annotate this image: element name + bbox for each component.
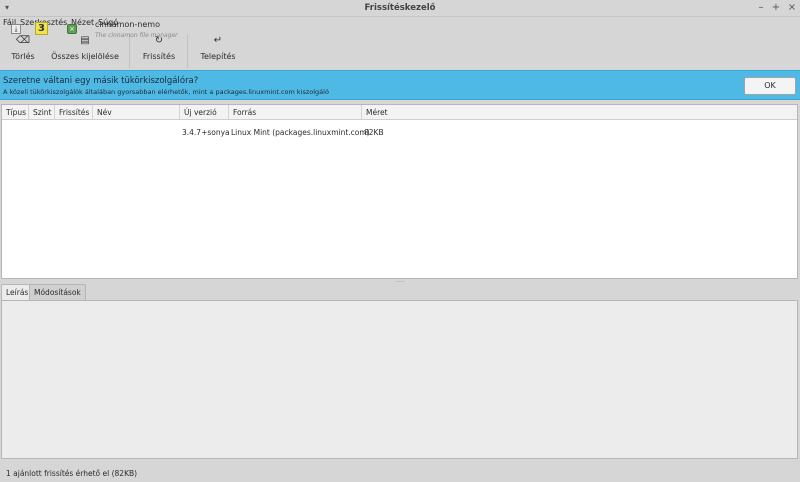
clear-icon: ⌫ xyxy=(15,35,31,46)
package-description: The cinnamon file manager xyxy=(95,32,178,39)
updates-table: Típus Szint Frissítés Név Új verzió Forr… xyxy=(1,104,798,279)
column-new-version[interactable]: Új verzió xyxy=(180,105,229,120)
title-bar: ▾ Frissítéskezelő – + × xyxy=(0,0,800,17)
column-update[interactable]: Frissítés xyxy=(55,105,93,120)
column-source[interactable]: Forrás xyxy=(229,105,362,120)
maximize-icon[interactable]: + xyxy=(770,2,782,14)
pane-splitter[interactable]: ..... xyxy=(390,278,410,284)
select-all-label: Összes kijelölése xyxy=(51,52,119,61)
table-header: Típus Szint Frissítés Név Új verzió Forr… xyxy=(2,105,797,120)
close-icon[interactable]: × xyxy=(786,2,798,14)
clear-label: Törlés xyxy=(11,52,35,61)
tab-changes[interactable]: Módosítások xyxy=(29,284,86,301)
refresh-button[interactable]: ↻ Frissítés xyxy=(140,35,178,65)
package-source: Linux Mint (packages.linuxmint.com) xyxy=(231,128,370,137)
info-message: Szeretne váltani egy másik tükörkiszolgá… xyxy=(3,76,199,86)
install-button[interactable]: ↵ Telepítés xyxy=(198,35,238,65)
column-name[interactable]: Név xyxy=(93,105,180,120)
package-new-version: 3.4.7+sonya xyxy=(182,128,230,137)
install-icon: ↵ xyxy=(213,35,223,46)
status-bar: 1 ajánlott frissítés érhető el (82KB) xyxy=(0,466,800,482)
package-name: cinnamon-nemo xyxy=(95,20,160,29)
package-type-icon: ⤓ xyxy=(11,24,21,34)
select-all-button[interactable]: ▤ Összes kijelölése xyxy=(50,35,120,65)
ok-button[interactable]: OK xyxy=(744,77,796,95)
install-label: Telepítés xyxy=(200,52,236,61)
column-type[interactable]: Típus xyxy=(2,105,29,120)
mirror-info-bar: Szeretne váltani egy másik tükörkiszolgá… xyxy=(0,70,800,100)
level-badge: 3 xyxy=(35,22,48,35)
window-title: Frissítéskezelő xyxy=(364,3,436,13)
clear-button[interactable]: ⌫ Törlés xyxy=(6,35,40,65)
column-size[interactable]: Méret xyxy=(362,105,799,120)
info-detail: A közeli tükörkiszolgálók általában gyor… xyxy=(3,88,329,96)
refresh-label: Frissítés xyxy=(142,52,176,61)
package-size: 82KB xyxy=(364,128,384,137)
update-checkbox[interactable]: × xyxy=(67,24,77,34)
toolbar-separator xyxy=(187,34,188,68)
toolbar-separator xyxy=(129,34,130,68)
column-level[interactable]: Szint xyxy=(29,105,55,120)
minimize-icon[interactable]: – xyxy=(755,2,767,14)
description-panel xyxy=(1,300,798,459)
status-text: 1 ajánlott frissítés érhető el (82KB) xyxy=(6,469,138,478)
